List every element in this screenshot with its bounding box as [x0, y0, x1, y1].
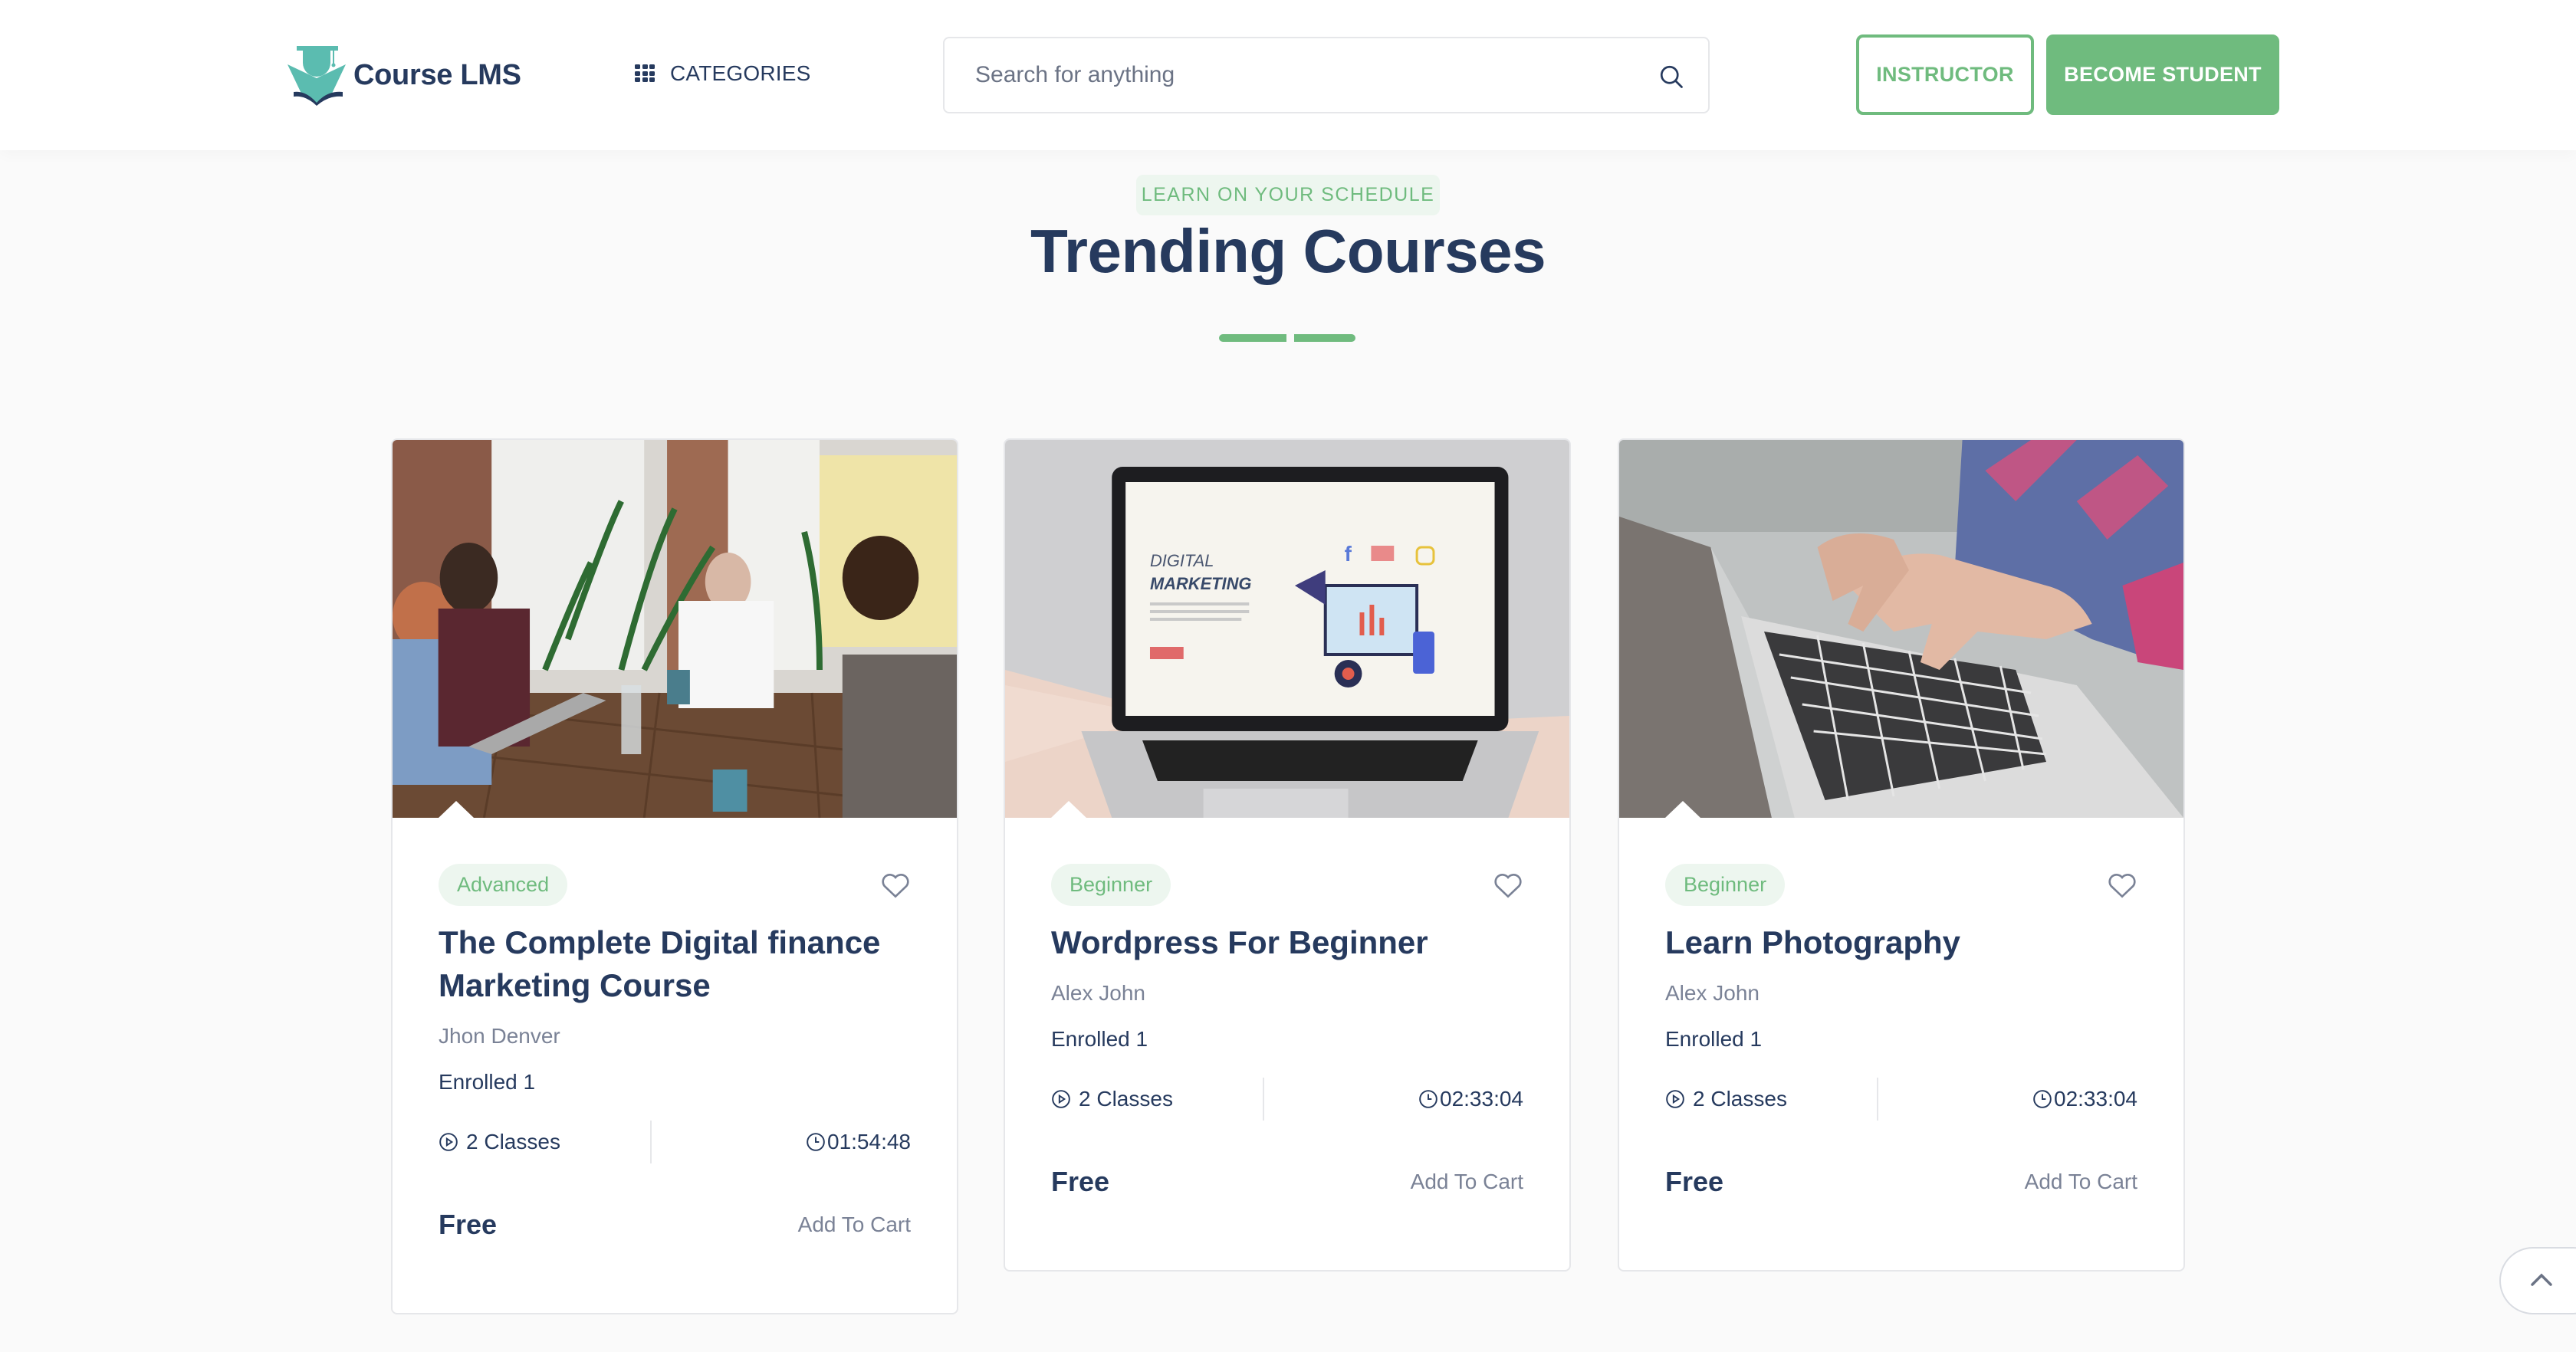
chevron-up-icon [2531, 1273, 2552, 1286]
enrolled-count: Enrolled 1 [439, 1070, 536, 1094]
course-duration: 02:33:04 [1440, 1087, 1523, 1111]
classes-count: 2 Classes [1693, 1087, 1787, 1111]
categories-label: CATEGORIES [670, 61, 811, 85]
clock-icon [1419, 1090, 1438, 1108]
image-notch [1051, 801, 1086, 818]
play-circle-icon [1052, 1090, 1070, 1108]
meta-divider [650, 1121, 652, 1163]
instructor-name[interactable]: Alex John [1051, 981, 1523, 1006]
course-meta: 2 Classes 02:33:04 [1051, 1078, 1523, 1121]
course-price: Free [1051, 1166, 1110, 1197]
course-title[interactable]: Learn Photography [1665, 921, 2137, 964]
course-duration: 01:54:48 [827, 1130, 911, 1153]
search-input[interactable] [945, 38, 1619, 112]
course-card[interactable]: Beginner Learn Photography Alex John Enr… [1618, 438, 2185, 1272]
course-price: Free [1665, 1166, 1724, 1197]
brand-logo[interactable]: Course LMS [286, 44, 521, 106]
meta-divider [1877, 1078, 1878, 1121]
section-eyebrow-badge: LEARN ON YOUR SCHEDULE [1136, 175, 1440, 215]
categories-menu[interactable]: CATEGORIES [635, 58, 811, 89]
instructor-name[interactable]: Alex John [1665, 981, 2137, 1006]
clock-icon [807, 1133, 825, 1151]
svg-text:DIGITAL: DIGITAL [1150, 551, 1214, 570]
digital-marketing-laptop-photo: DIGITAL MARKETING f [1005, 440, 1569, 818]
course-duration: 02:33:04 [2054, 1087, 2137, 1111]
course-price: Free [439, 1209, 498, 1240]
title-underline-decoration [1219, 334, 1355, 342]
classes-count: 2 Classes [1079, 1087, 1173, 1111]
course-thumbnail-photography[interactable] [1619, 440, 2183, 818]
course-title[interactable]: Wordpress For Beginner [1051, 921, 1523, 964]
add-to-cart-link[interactable]: Add To Cart [1411, 1170, 1523, 1194]
team-meeting-photo [393, 440, 957, 818]
course-meta: 2 Classes 02:33:04 [1665, 1078, 2137, 1121]
image-notch [439, 801, 474, 818]
typing-on-laptop-photo [1619, 440, 2183, 818]
course-card[interactable]: Advanced The Complete Digital finance Ma… [391, 438, 958, 1314]
scroll-to-top-button[interactable] [2499, 1247, 2576, 1314]
enrolled-count: Enrolled 1 [1051, 1027, 1148, 1051]
enrolled-count: Enrolled 1 [1665, 1027, 1763, 1051]
instructor-button[interactable]: INSTRUCTOR [1856, 34, 2034, 115]
classes-count: 2 Classes [466, 1130, 560, 1153]
play-circle-icon [1666, 1090, 1684, 1108]
heart-icon[interactable] [1493, 871, 1523, 899]
svg-text:f: f [1345, 542, 1352, 566]
course-thumbnail-team-meeting[interactable] [393, 440, 957, 818]
level-badge: Advanced [439, 864, 568, 906]
heart-icon[interactable] [880, 871, 911, 899]
grid-icon [635, 64, 656, 83]
play-circle-icon [439, 1133, 458, 1151]
level-badge: Beginner [1665, 864, 1786, 906]
section-title: Trending Courses [1030, 217, 1546, 285]
card-footer: Free Add To Cart [1051, 1159, 1523, 1205]
level-badge: Beginner [1051, 864, 1171, 906]
heart-icon[interactable] [2107, 871, 2137, 899]
add-to-cart-link[interactable]: Add To Cart [798, 1213, 911, 1237]
course-thumbnail-digital-marketing[interactable]: DIGITAL MARKETING f [1005, 440, 1569, 818]
brand-name: Course LMS [353, 58, 521, 91]
site-header: Course LMS CATEGORIES INSTRUCTOR BECOME … [0, 0, 2576, 150]
course-title[interactable]: The Complete Digital finance Marketing C… [439, 921, 911, 1007]
search-bar [943, 37, 1710, 113]
search-icon[interactable] [1658, 63, 1685, 90]
card-footer: Free Add To Cart [1665, 1159, 2137, 1205]
image-notch [1665, 801, 1700, 818]
course-card[interactable]: DIGITAL MARKETING f Beginner Wordpress F [1004, 438, 1571, 1272]
become-student-button[interactable]: BECOME STUDENT [2046, 34, 2279, 115]
svg-text:MARKETING: MARKETING [1150, 574, 1251, 593]
clock-icon [2033, 1090, 2052, 1108]
instructor-name[interactable]: Jhon Denver [439, 1024, 911, 1048]
course-meta: 2 Classes 01:54:48 [439, 1121, 911, 1163]
add-to-cart-link[interactable]: Add To Cart [2025, 1170, 2137, 1194]
meta-divider [1263, 1078, 1264, 1121]
logo-graduate-book-icon [288, 46, 346, 106]
card-footer: Free Add To Cart [439, 1202, 911, 1248]
